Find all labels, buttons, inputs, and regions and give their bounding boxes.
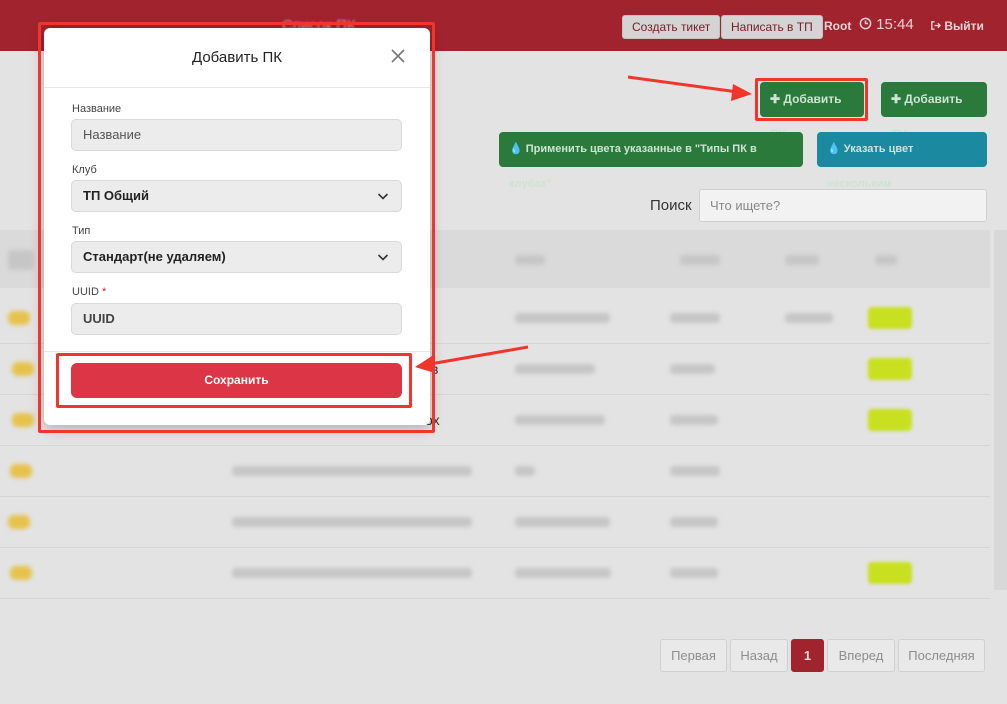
clock: 15:44	[859, 16, 914, 33]
pagination-page-1[interactable]: 1	[791, 639, 824, 672]
table-row[interactable]	[0, 548, 990, 599]
set-color-multiple-button[interactable]: 💧 Указать цвет нескольким	[817, 132, 987, 190]
drop-icon: 💧	[509, 143, 523, 155]
add-tv-button[interactable]: ✚ Добавить TV	[881, 82, 987, 141]
pagination-next[interactable]: Вперед	[827, 639, 895, 672]
create-ticket-button[interactable]: Создать тикет	[622, 15, 721, 39]
search-input[interactable]: Что ищете?	[699, 189, 987, 222]
clock-time: 15:44	[876, 16, 914, 33]
annotation-save-highlight	[56, 353, 412, 408]
logout-link[interactable]: Выйти	[930, 19, 984, 33]
annotation-add-pc-highlight	[755, 78, 868, 121]
apply-colors-label: Применить цвета указанные в "Типы ПК в к…	[509, 143, 757, 190]
pagination-first[interactable]: Первая	[660, 639, 727, 672]
arrow-to-add-pc	[627, 75, 739, 94]
apply-colors-button[interactable]: 💧 Применить цвета указанные в "Типы ПК в…	[499, 132, 803, 190]
table-row[interactable]	[0, 497, 990, 548]
table-row[interactable]	[0, 446, 990, 497]
pagination-prev[interactable]: Назад	[730, 639, 788, 672]
logout-icon	[931, 21, 942, 30]
drop-icon: 💧	[827, 143, 841, 155]
pagination-last[interactable]: Последняя	[898, 639, 985, 672]
user-name[interactable]: Root	[824, 19, 851, 33]
logout-label: Выйти	[944, 19, 984, 33]
clock-icon	[859, 17, 872, 30]
search-label: Поиск	[650, 197, 692, 214]
table-scrollbar[interactable]	[994, 230, 1007, 590]
plus-icon: ✚	[891, 92, 902, 106]
arrow-head-add-pc	[731, 84, 752, 101]
write-support-button[interactable]: Написать в ТП	[721, 15, 823, 39]
